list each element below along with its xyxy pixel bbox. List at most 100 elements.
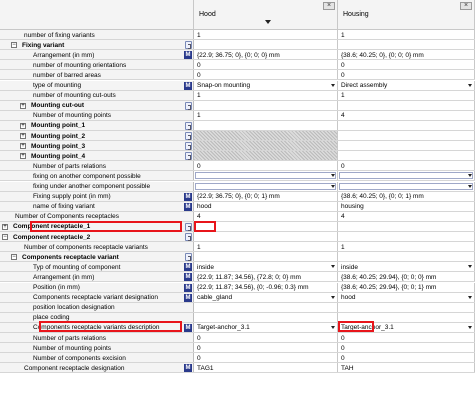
value-cell-housing[interactable] <box>338 151 475 161</box>
property-row[interactable]: name of fixing variant Mhood housing <box>0 201 475 212</box>
column-header-housing[interactable]: Housing × <box>338 0 475 30</box>
property-row[interactable]: fixing on another component possible <box>0 171 475 182</box>
value-cell-housing[interactable] <box>338 221 475 231</box>
value-cell-hood[interactable]: {22.9; 36.75; 0}, {0; 0; 1} mm <box>194 191 338 201</box>
value-cell-hood[interactable] <box>194 141 338 151</box>
value-cell-hood[interactable] <box>194 171 338 181</box>
value-cell-housing[interactable]: 4 <box>338 110 475 120</box>
value-cell-housing[interactable]: 0 <box>338 60 475 70</box>
value-cell-housing[interactable]: housing <box>338 201 475 211</box>
value-cell-housing[interactable]: 0 <box>338 161 475 171</box>
property-row[interactable]: position location designation <box>0 302 475 313</box>
property-row[interactable]: place coding <box>0 312 475 323</box>
property-row[interactable]: Number of parts relations 0 0 <box>0 333 475 344</box>
value-cell-hood[interactable] <box>194 221 338 231</box>
property-row[interactable]: + Mounting point_2 <box>0 131 475 142</box>
value-cell-housing[interactable]: 0 <box>338 70 475 80</box>
link-icon[interactable] <box>185 142 192 151</box>
sort-descending-icon[interactable] <box>265 20 271 24</box>
value-cell-hood[interactable]: inside <box>194 262 338 272</box>
dropdown-arrow-icon[interactable] <box>468 184 472 188</box>
property-row[interactable]: Number of components receptacle variants… <box>0 242 475 253</box>
value-cell-hood[interactable]: Snap-on mounting <box>194 80 338 90</box>
value-cell-housing[interactable] <box>338 171 475 181</box>
property-row[interactable]: Number of mounting points 0 0 <box>0 343 475 354</box>
dropdown-arrow-icon[interactable] <box>331 265 335 269</box>
property-row[interactable]: Components receptacle variants descripti… <box>0 322 475 333</box>
value-cell-hood[interactable]: 1 <box>194 30 338 40</box>
value-cell-housing[interactable] <box>338 312 475 322</box>
value-cell-hood[interactable]: 4 <box>194 211 338 221</box>
value-cell-housing[interactable]: 0 <box>338 353 475 363</box>
dropdown-arrow-icon[interactable] <box>331 325 335 329</box>
close-column-button[interactable]: × <box>460 2 472 10</box>
value-cell-hood[interactable]: 1 <box>194 90 338 100</box>
link-icon[interactable] <box>185 101 192 110</box>
value-cell-hood[interactable] <box>194 252 338 262</box>
value-cell-housing[interactable]: 0 <box>338 343 475 353</box>
dropdown-arrow-icon[interactable] <box>331 174 335 178</box>
value-cell-housing[interactable] <box>338 131 475 141</box>
dropdown-arrow-icon[interactable] <box>468 174 472 178</box>
value-cell-hood[interactable]: {22.9; 36.75; 0}, {0; 0; 0} mm <box>194 50 338 60</box>
link-icon[interactable] <box>185 121 192 130</box>
value-cell-housing[interactable] <box>338 141 475 151</box>
value-cell-hood[interactable]: 0 <box>194 70 338 80</box>
property-row[interactable]: + Mounting point_1 <box>0 120 475 131</box>
dropdown-arrow-icon[interactable] <box>468 83 472 87</box>
value-cell-housing[interactable]: {38.6; 40.25; 29.94}, {0; 0; 1} mm <box>338 282 475 292</box>
property-row[interactable]: number of mounting orientations 0 0 <box>0 60 475 71</box>
value-cell-housing[interactable]: 4 <box>338 211 475 221</box>
property-row[interactable]: + Mounting cut-out <box>0 100 475 111</box>
value-cell-hood[interactable]: {22.9; 11.87; 34.56}, {72.8; 0; 0} mm <box>194 272 338 282</box>
value-cell-hood[interactable] <box>194 131 338 141</box>
value-cell-housing[interactable]: {38.6; 40.25; 0}, {0; 0; 0} mm <box>338 50 475 60</box>
value-cell-housing[interactable] <box>338 100 475 110</box>
value-cell-housing[interactable] <box>338 232 475 242</box>
property-row[interactable]: type of mounting M Snap-on mounting Direct … <box>0 80 475 91</box>
value-cell-housing[interactable]: TAH <box>338 363 475 373</box>
link-icon[interactable] <box>185 41 192 50</box>
value-cell-hood[interactable] <box>194 181 338 191</box>
value-cell-hood[interactable] <box>194 120 338 130</box>
value-cell-hood[interactable]: TAG1 <box>194 363 338 373</box>
collapse-icon[interactable]: − <box>11 254 17 261</box>
value-cell-housing[interactable] <box>338 252 475 262</box>
expand-icon[interactable]: + <box>20 122 26 129</box>
column-header-hood[interactable]: Hood × <box>194 0 338 30</box>
property-row[interactable]: + Mounting point_3 <box>0 141 475 152</box>
property-row[interactable]: + Mounting point_4 <box>0 151 475 162</box>
dropdown-arrow-icon[interactable] <box>331 83 335 87</box>
collapse-icon[interactable]: − <box>2 234 8 240</box>
property-row[interactable]: Fixing supply point (in mm) M {22.9; 36.75… <box>0 191 475 202</box>
value-cell-housing[interactable]: Direct assembly <box>338 80 475 90</box>
expand-icon[interactable]: + <box>20 102 26 109</box>
value-cell-housing[interactable]: 0 <box>338 333 475 343</box>
value-cell-hood[interactable] <box>194 312 338 322</box>
expand-icon[interactable]: + <box>2 223 8 230</box>
value-cell-housing[interactable] <box>338 302 475 312</box>
value-cell-housing[interactable]: {38.6; 40.25; 29.94}, {0; 0; 0} mm <box>338 272 475 282</box>
property-row[interactable]: Position (in mm) M {22.9; 11.87; 34.56}, {… <box>0 282 475 293</box>
expand-icon[interactable]: + <box>20 153 26 160</box>
value-cell-hood[interactable]: cable_gland <box>194 292 338 302</box>
dropdown-arrow-icon[interactable] <box>468 325 472 329</box>
dropdown-arrow-icon[interactable] <box>468 265 472 269</box>
property-row[interactable]: Arrangement (in mm) M {22.9; 36.75; 0}, {0… <box>0 50 475 61</box>
property-row[interactable]: Number of parts relations 0 0 <box>0 161 475 172</box>
value-cell-hood[interactable]: 0 <box>194 343 338 353</box>
value-cell-hood[interactable]: {22.9; 11.87; 34.56}, {0; -0.96; 0.3} mm <box>194 282 338 292</box>
value-cell-hood[interactable]: 1 <box>194 110 338 120</box>
value-cell-hood[interactable]: 0 <box>194 60 338 70</box>
property-row[interactable]: number of mounting cut-outs 1 1 <box>0 90 475 101</box>
value-cell-hood[interactable] <box>194 40 338 50</box>
value-cell-housing[interactable]: Target-anchor_3.1 <box>338 322 475 332</box>
value-cell-hood[interactable]: 0 <box>194 161 338 171</box>
property-row[interactable]: + Component receptacle_1 <box>0 221 475 232</box>
property-row[interactable]: fixing under another component possible <box>0 181 475 192</box>
value-cell-housing[interactable]: inside <box>338 262 475 272</box>
property-row[interactable]: Components receptacle variant designatio… <box>0 292 475 303</box>
property-row[interactable]: Number of Components receptacles 4 4 <box>0 211 475 222</box>
dropdown-arrow-icon[interactable] <box>331 184 335 188</box>
value-cell-housing[interactable]: {38.6; 40.25; 0}, {0; 0; 1} mm <box>338 191 475 201</box>
